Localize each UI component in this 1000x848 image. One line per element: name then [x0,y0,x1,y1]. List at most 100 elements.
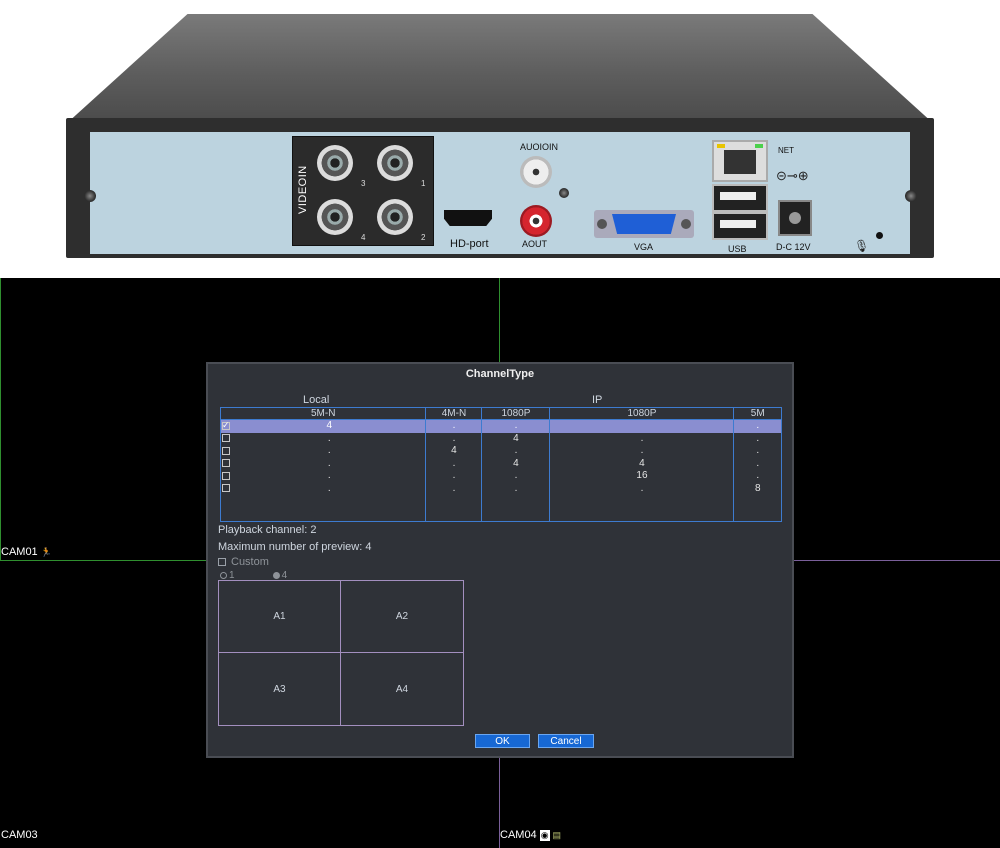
hdmi-port-icon [444,210,492,226]
ethernet-socket [724,150,756,174]
table-cell-empty [233,495,426,522]
usb-port-icon [712,212,768,240]
table-row[interactable]: . . . . 8 [221,482,782,496]
column-header: 4M-N [425,407,483,420]
table-cell: . [549,445,734,458]
mic-hole [876,232,883,239]
row-checkbox[interactable] [221,433,234,446]
playback-channel-text: Playback channel: 2 [218,524,317,536]
bnc-number: 1 [421,179,426,188]
videoin-port-block: VIDEOIN 3 1 4 2 [292,136,434,246]
table-cell: . [425,432,482,445]
dc-label: D-C 12V [776,242,811,252]
radio-selected-icon [272,571,280,579]
dialog-title: ChannelType [465,368,535,380]
ethernet-port-icon [712,140,768,182]
table-cell-empty [481,495,550,522]
table-cell-empty [221,495,234,522]
table-cell: . [327,432,331,444]
preview-cell[interactable]: A2 [341,581,463,653]
checkbox-icon [222,471,230,480]
table-cell: 4 [233,419,426,433]
table-empty-row [221,495,782,522]
vga-screw-icon [597,219,607,229]
camera-label: CAM03 [1,829,38,841]
record-icon: ◉ [539,829,550,841]
table-cell-empty [733,495,782,522]
usb-tab [720,192,756,200]
table-row[interactable]: . . . 16 . [221,470,782,483]
row-checkbox[interactable] [221,470,234,483]
table-cell: . [733,419,782,433]
table-cell: . [549,432,734,445]
column-header: 1080P [549,407,735,420]
table-cell: . [425,470,482,483]
table-header-row: 5M-N 4M-N 1080P 1080P 5M [219,407,782,420]
table-cell: . [733,457,782,470]
table-row[interactable]: . 4 . . . [221,445,782,458]
camera-tile-4[interactable]: CAM04 ◉ ▤ [500,829,561,841]
power-polarity-icon: ⊝⊸⊕ [776,168,809,183]
table-row[interactable]: . . 4 . . [221,432,782,446]
preview-layout-grid: A1 A2 A3 A4 [218,580,464,726]
cancel-button[interactable]: Cancel [538,734,594,748]
table-cell: . [549,482,734,495]
ok-button[interactable]: OK [475,734,530,748]
table-row[interactable]: 4 . . . [220,419,782,433]
bnc-connector-icon [317,145,353,181]
row-checkbox[interactable] [221,483,234,496]
table-cell: . [481,445,550,458]
table-row[interactable]: . . 4 4 . [221,457,782,471]
grid-divider-horizontal [794,560,1000,561]
preview-cell[interactable]: A3 [219,653,341,725]
row-checkbox[interactable] [221,445,234,458]
custom-label: Custom [231,556,269,568]
channel-type-dialog: ChannelType Local IP 5M-N 4M-N 1080P 108… [206,362,794,758]
bnc-connector-icon [377,199,413,235]
microphone-icon: 🎙 [854,239,870,253]
activity-led-icon [755,144,763,148]
table-cell: . [733,470,782,483]
motion-icon: 🏃 [40,546,52,557]
vga-screw-icon [681,219,691,229]
custom-checkbox-icon[interactable] [218,558,226,566]
table-cell: . [327,445,331,457]
row-checkbox[interactable] [220,419,233,433]
storage-icon: ▤ [552,829,562,840]
table-cell: 4 [481,432,550,445]
screw-icon [84,190,96,202]
checkbox-icon [222,446,230,455]
table-cell: 4 [549,457,734,470]
radio-icon [220,571,227,579]
camera-tile-3[interactable]: CAM03 [1,829,38,841]
table-cell: . [425,419,482,433]
preview-cell[interactable]: A1 [219,581,341,653]
screw-icon [905,190,917,202]
link-led-icon [717,144,725,148]
vga-port-icon [594,210,694,238]
column-header: 5M-N [219,407,427,420]
table-cell: 8 [733,482,782,495]
table-cell-empty [549,495,734,522]
table-cell: . [481,419,550,433]
table-cell-empty [425,495,482,522]
row-checkbox[interactable] [221,458,234,471]
ground-screw-icon [559,188,569,198]
bnc-number: 3 [361,179,366,188]
preview-cell[interactable]: A4 [341,653,463,725]
group-ip-label: IP [592,394,603,406]
audio-in-jack-icon [520,156,552,188]
custom-option[interactable]: Custom [218,556,269,568]
audioin-label: AUOIOIN [520,142,559,152]
aout-label: AOUT [522,239,548,249]
bnc-connector-icon [317,199,353,235]
table-cell: . [327,482,331,494]
checkbox-icon [222,484,230,493]
device-top-cover [66,14,934,124]
table-cell: . [733,445,782,458]
checkbox-checked-icon [222,419,230,431]
table-cell: . [327,470,331,482]
camera-tile-1[interactable]: CAM01 🏃 [1,546,52,558]
bnc-connector-icon [377,145,413,181]
grid-divider-vertical [499,278,500,362]
